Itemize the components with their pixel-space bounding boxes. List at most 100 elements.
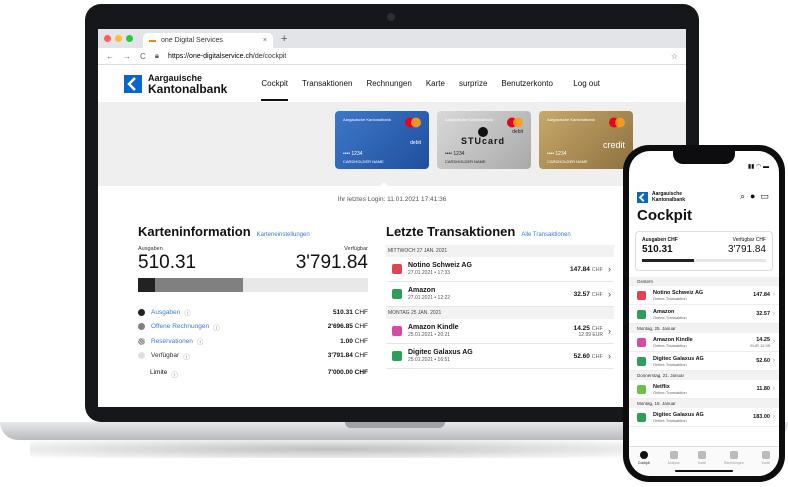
all-transactions-link[interactable]: Alle Transaktionen [521,232,570,238]
chevron-right-icon[interactable]: › [773,311,775,317]
main-nav: Cockpit Transaktionen Rechnungen Karte s… [261,65,553,102]
chevron-right-icon[interactable]: › [773,358,775,364]
nav-rechnungen[interactable]: Rechnungen [366,79,411,88]
mastercard-logo-icon [405,117,421,128]
transaction-amount: 147.84 CHF [569,265,603,273]
phone-trx-sub: Online-Transaktion [653,389,687,395]
tab-label: Analyse [667,461,680,465]
tab-title: one Digital Services [161,37,223,44]
nav-benutzerkonto[interactable]: Benutzerkonto [501,79,553,88]
chevron-right-icon[interactable]: › [608,264,614,274]
tab-label: Karte [697,461,707,465]
legend-row-ausgaben[interactable]: Ausgaben ⓘ 510.31 CHF [138,305,368,320]
info-icon[interactable]: ⓘ [171,369,178,379]
reload-icon[interactable]: C [140,52,146,61]
legend-label[interactable]: Offene Rechnungen [151,323,209,330]
forward-arrow-icon[interactable]: → [123,52,131,61]
chevron-right-icon[interactable]: › [773,339,775,345]
phone-limit-bar [642,259,766,262]
laptop-screen: ▬ one Digital Services × + ← → C 🔒︎ http… [98,29,686,407]
tab-karte-2[interactable]: Karte [762,451,770,476]
legend-label[interactable]: Reservationen [151,338,193,345]
transaction-row[interactable]: Amazon 27.01.2021 • 12:22 32.57 CHF › [386,282,614,307]
card-info-title: Karteninformation [138,224,251,239]
nav-cockpit[interactable]: Cockpit [261,66,289,101]
new-tab-button[interactable]: + [281,33,287,45]
maximize-window-button[interactable] [126,35,133,42]
nav-transaktionen[interactable]: Transaktionen [302,79,352,88]
phone-notch [673,151,735,164]
legend-row-reservationen[interactable]: Reservationen ⓘ 1.00 CHF [138,334,368,349]
info-icon[interactable]: ⓘ [197,336,204,346]
verfuegbar-value: 3'791.84 [295,252,368,273]
ebook-icon [637,337,646,347]
phone-transaction-row[interactable]: Amazon Online-Transaktion 32.57 › [629,305,779,324]
laptop-shadow [30,440,630,458]
chevron-right-icon[interactable]: › [608,289,614,299]
transaction-date: 25.01.2021 • 16:51 [408,357,451,363]
bookmark-star-icon[interactable]: ☆ [671,52,678,61]
stucard-card[interactable]: Aargauische Kantonalbank STUcard debit •… [437,111,531,169]
search-icon[interactable]: ⌕ [740,191,745,202]
phone-verfuegbar-value: 3'791.84 [727,244,766,255]
transaction-amount: 14.25 CHF [573,324,603,332]
phone-spent-fill [642,259,695,262]
minimize-window-button[interactable] [115,35,122,42]
logout-link[interactable]: Log out [573,79,600,88]
chevron-right-icon[interactable]: › [608,351,614,361]
phone-trx-sub: Online-Transaktion [653,361,687,367]
transaction-amount: 32.57 CHF [573,290,603,298]
tab-cockpit[interactable]: Cockpit [638,451,650,476]
phone-transaction-row[interactable]: Notino Schweiz AG Online-Transaktion 147.… [629,286,779,305]
tab-karte[interactable]: Karte [698,451,706,476]
browser-toolbar: ← → C 🔒︎ https://one-digitalservice.ch/d… [98,48,686,65]
transaction-row[interactable]: Notino Schweiz AG 27.01.2021 • 17:33 147… [386,257,614,282]
phone-transaction-row[interactable]: Digitec Galaxus AG Online-Transaktion 52.… [629,352,779,371]
browser-tab[interactable]: ▬ one Digital Services × [143,33,273,48]
phone-transaction-row[interactable]: Amazon Kindle Online-Transaktion 14.25 EUR… [629,333,779,352]
address-bar[interactable]: https://one-digitalservice.ch/de/cockpit [168,53,286,60]
legend-row-offene-rechnungen[interactable]: Offene Rechnungen ⓘ 2'696.85 CHF [138,320,368,335]
phone-trx-amount: 32.57 [756,311,770,317]
card-icon [761,451,770,459]
legend-label: Verfügbar [151,352,180,360]
debit-card[interactable]: Aargauische Kantonalbank debit •••• 1234… [335,111,429,169]
phone-transaction-row[interactable]: Digitec Galaxus AG Online-Transaktion 183… [629,408,779,427]
limit-value: 7'000.00 CHF [327,369,368,376]
profile-icon[interactable]: ● [750,191,755,202]
tab-label: Cockpit [637,461,650,465]
phone-ausgaben-value: 510.31 [642,244,673,255]
analyse-icon [669,451,678,459]
tab-analyse[interactable]: Analyse [667,451,680,476]
inbox-icon[interactable]: ▭ [760,191,769,202]
phone-page-title: Cockpit [637,207,693,224]
phone-trx-sub: Online-Transaktion [653,314,687,320]
transaction-row[interactable]: Amazon Kindle 25.01.2021 • 20:21 14.25 C… [386,319,614,344]
chevron-right-icon[interactable]: › [773,292,775,298]
phone-trx-sub: Online-Transaktion [653,342,687,348]
bank-logo[interactable]: Aargauische Kantonalbank [124,73,227,95]
tab-close-icon[interactable]: × [263,37,267,44]
info-icon[interactable]: ⓘ [184,307,191,317]
transaction-row[interactable]: Digitec Galaxus AG 25.01.2021 • 16:51 52… [386,344,614,369]
card-number: •••• 1234 [343,151,363,157]
nav-karte[interactable]: Karte [426,79,445,88]
tab-rechnungen[interactable]: Rechnungen [724,451,744,476]
credit-card[interactable]: Aargauische Kantonalbank credit •••• 123… [539,111,633,169]
info-icon[interactable]: ⓘ [183,351,190,361]
info-icon[interactable]: ⓘ [213,322,220,332]
phone-transaction-row[interactable]: Netflix Online-Transaktion 11.80 › [629,380,779,399]
chevron-right-icon[interactable]: › [773,414,775,420]
chevron-right-icon[interactable]: › [773,386,775,392]
chevron-right-icon[interactable]: › [608,326,614,336]
legend-label[interactable]: Ausgaben [151,309,180,316]
phone-summary-card[interactable]: Ausgaben CHF Verfügbar CHF 510.31 3'791.… [635,231,773,271]
card-type: debit [512,129,523,135]
card-bank-name: Aargauische Kantonalbank [445,117,493,122]
nav-surprize[interactable]: surprize [459,79,487,88]
card-settings-link[interactable]: Karteneinstellungen [257,232,310,238]
close-window-button[interactable] [104,35,111,42]
phone-verfuegbar-label: Verfügbar CHF [732,237,766,243]
back-arrow-icon[interactable]: ← [106,52,114,61]
ebook-icon [392,326,402,336]
